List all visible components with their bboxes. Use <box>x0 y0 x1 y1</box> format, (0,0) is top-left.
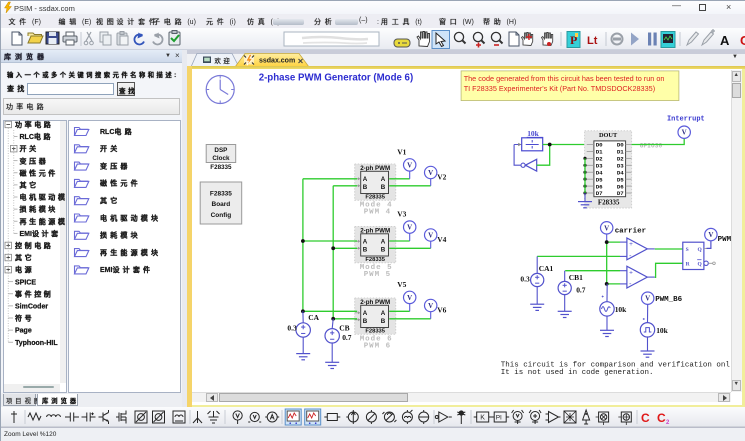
svg-text:A: A <box>381 310 386 317</box>
svg-text:变压器: 变压器 <box>100 161 131 170</box>
svg-text:V1: V1 <box>397 147 406 156</box>
svg-text:V2: V2 <box>437 172 446 181</box>
svg-text:C: C <box>657 411 666 425</box>
svg-text:CB1: CB1 <box>568 273 582 282</box>
svg-text:再生能源模块: 再生能源模块 <box>100 248 161 257</box>
svg-text:V: V <box>681 129 686 137</box>
svg-text:F28335: F28335 <box>365 329 385 335</box>
svg-text:B: B <box>381 246 386 253</box>
svg-text:10k: 10k <box>614 305 626 314</box>
svg-text:Interrupt: Interrupt <box>667 116 705 124</box>
svg-text:V4: V4 <box>437 235 446 244</box>
svg-text:DSP: DSP <box>214 147 227 154</box>
svg-text:其它: 其它 <box>100 196 120 205</box>
svg-text:2-ph PWM: 2-ph PWM <box>360 299 390 306</box>
svg-text:F28335: F28335 <box>365 195 385 201</box>
svg-text:V3: V3 <box>397 210 406 219</box>
svg-text:0.7: 0.7 <box>576 285 586 294</box>
svg-text:10k: 10k <box>527 129 539 138</box>
svg-text:V5: V5 <box>397 280 406 289</box>
svg-text:K: K <box>480 415 485 422</box>
svg-text:损耗模块: 损耗模块 <box>100 231 141 240</box>
svg-text:欢迎: 欢迎 <box>214 56 233 65</box>
svg-text:Lt: Lt <box>587 35 598 47</box>
svg-text:D7: D7 <box>617 190 624 197</box>
svg-text:V: V <box>645 295 650 303</box>
svg-text:V: V <box>407 294 412 302</box>
svg-text:D7: D7 <box>595 190 602 197</box>
svg-text:+: + <box>629 269 633 276</box>
svg-text:A: A <box>362 310 367 317</box>
svg-text:电机驱动模块: 电机驱动模块 <box>100 213 161 222</box>
svg-text:V: V <box>428 231 433 239</box>
svg-text:TI F28335 Experimenter's Kit (: TI F28335 Experimenter's Kit (Part No. T… <box>463 84 654 93</box>
svg-text:Q: Q <box>697 262 702 268</box>
svg-text:2: 2 <box>666 420 670 426</box>
svg-text:V: V <box>428 169 433 177</box>
svg-text:DOUT: DOUT <box>599 132 618 139</box>
svg-text:F28335: F28335 <box>210 164 232 171</box>
svg-text:CB: CB <box>339 323 349 332</box>
svg-text:PI: PI <box>496 415 502 422</box>
svg-text:B: B <box>362 318 367 325</box>
svg-text:PWM_A6: PWM_A6 <box>717 236 730 244</box>
svg-text:A: A <box>381 238 386 245</box>
svg-text:F28335: F28335 <box>365 257 385 263</box>
svg-text:A: A <box>381 176 386 183</box>
svg-text:F28335: F28335 <box>210 191 232 198</box>
svg-text:V: V <box>428 302 433 310</box>
svg-text:B: B <box>381 318 386 325</box>
svg-text:A: A <box>720 33 730 48</box>
svg-text:V: V <box>604 224 609 232</box>
svg-text:V: V <box>708 231 713 239</box>
svg-text:The code generated from this c: The code generated from this circuit has… <box>463 74 664 83</box>
svg-text:2-ph PWM: 2-ph PWM <box>360 165 390 172</box>
svg-text:F28335: F28335 <box>598 199 620 207</box>
svg-text:10k: 10k <box>656 326 668 335</box>
svg-text:0.7: 0.7 <box>342 333 352 342</box>
svg-text:+: + <box>629 241 633 248</box>
svg-text:GPIO30: GPIO30 <box>639 143 662 150</box>
svg-text:A: A <box>362 176 367 183</box>
svg-text:B: B <box>362 184 367 191</box>
svg-text:开关: 开关 <box>100 144 120 153</box>
svg-text:PWM_B6: PWM_B6 <box>655 296 682 304</box>
svg-text:2-phase PWM Generator (Mode 6): 2-phase PWM Generator (Mode 6) <box>258 73 413 84</box>
svg-text:B: B <box>381 184 386 191</box>
svg-text:磁性元件: 磁性元件 <box>100 179 141 188</box>
svg-text:CA: CA <box>308 313 319 322</box>
svg-text:A: A <box>362 238 367 245</box>
svg-text:0.3: 0.3 <box>287 323 297 332</box>
svg-text:PWM 6: PWM 6 <box>363 342 390 350</box>
svg-text:ssdax.com: ssdax.com <box>259 58 295 65</box>
svg-text:EMI设计套件: EMI设计套件 <box>100 265 153 274</box>
svg-text:2-ph PWM: 2-ph PWM <box>360 227 390 234</box>
svg-text:PWM 4: PWM 4 <box>363 209 390 217</box>
svg-text:V6: V6 <box>437 305 446 314</box>
svg-text:It is not used in code generat: It is not used in code generation. <box>501 369 654 377</box>
svg-text:PWM 5: PWM 5 <box>363 271 390 279</box>
svg-text:C: C <box>641 411 650 425</box>
svg-text:0.3: 0.3 <box>520 274 530 283</box>
svg-text:Q: Q <box>697 247 702 253</box>
svg-text:V: V <box>407 161 412 169</box>
svg-text:S: S <box>685 247 688 253</box>
svg-text:carrier: carrier <box>614 227 645 235</box>
svg-text:RLC电路: RLC电路 <box>100 127 135 136</box>
svg-text:Clock: Clock <box>212 155 230 162</box>
svg-text:B: B <box>362 246 367 253</box>
svg-text:V: V <box>407 224 412 232</box>
svg-text:CA1: CA1 <box>538 264 553 273</box>
svg-text:C: C <box>740 33 745 48</box>
svg-text:Config: Config <box>210 212 231 219</box>
svg-text:Board: Board <box>211 201 230 208</box>
